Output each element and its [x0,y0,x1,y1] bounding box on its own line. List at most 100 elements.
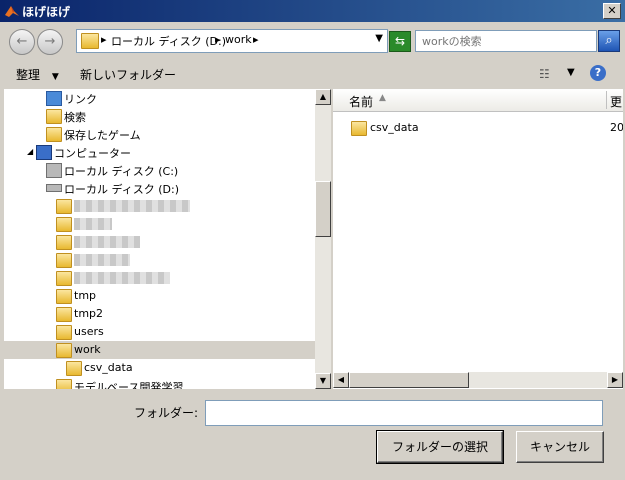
window-title: ほげほげ [22,5,71,19]
search-icon: ⌕ [605,33,613,48]
cancel-button[interactable]: キャンセル [516,431,604,463]
folder-icon [56,199,72,214]
folder-icon [56,307,72,322]
title-bar: ほげほげ ✕ [0,0,625,22]
arrow-right-icon: → [44,34,56,49]
column-divider[interactable] [606,91,607,109]
help-button[interactable]: ? [590,65,606,81]
tree-item-computer[interactable]: ◢ コンピューター [4,143,315,161]
scrollbar-thumb[interactable] [315,181,331,237]
navigation-tree: リンク 検索 保存したゲーム ◢ コンピューター ローカル ディスク (C:) … [4,89,315,389]
expand-arrow-icon[interactable]: ◢ [27,147,33,156]
search-box[interactable] [415,30,597,52]
saved-games-icon [46,127,62,142]
select-folder-button[interactable]: フォルダーの選択 [376,430,504,464]
tree-item-drive-c[interactable]: ローカル ディスク (C:) [4,161,315,179]
file-row[interactable]: csv_data 20 [333,119,623,137]
scroll-left-button[interactable]: ◀ [333,372,349,388]
breadcrumb-separator: ▸ [215,33,221,46]
scroll-up-button[interactable]: ▲ [315,89,331,105]
column-date[interactable]: 更 [610,93,622,110]
chevron-down-icon[interactable]: ▼ [567,67,575,78]
links-icon [46,91,62,106]
folder-open-icon [56,343,72,358]
scroll-right-button[interactable]: ▶ [607,372,623,388]
search-folder-icon [46,109,62,124]
file-list-hscrollbar[interactable]: ◀ ▶ [333,372,623,388]
organize-label: 整理 [16,68,41,82]
breadcrumb-drive[interactable]: ローカル ディスク (D:) [111,33,226,49]
tree-item-drive-d[interactable]: ローカル ディスク (D:) [4,179,315,197]
tree-item-hidden[interactable] [4,251,315,269]
folder-field[interactable] [205,400,603,426]
tree-item-users[interactable]: users [4,323,315,341]
folder-input[interactable] [209,402,599,422]
tree-item-label: tmp [74,289,97,302]
scrollbar-thumb[interactable] [349,372,469,388]
file-name: csv_data [370,121,419,134]
tree-item-search[interactable]: 検索 [4,107,315,125]
redacted-label [74,236,140,248]
tree-item-csv-data[interactable]: csv_data [4,359,315,377]
arrow-up-icon: ▲ [319,92,327,101]
tree-item-label: 保存したゲーム [64,129,141,142]
tree-item-saved-games[interactable]: 保存したゲーム [4,125,315,143]
redacted-label [74,218,112,230]
view-options-icon[interactable]: ☷ [539,67,550,81]
drive-icon [46,163,62,178]
sort-ascending-icon: ▲ [379,93,386,103]
new-folder-button[interactable]: 新しいフォルダー [80,66,176,83]
computer-icon [36,145,52,160]
file-date: 20 [610,121,623,134]
tree-item-label: ローカル ディスク (D:) [64,183,179,196]
folder-icon [56,271,72,286]
tree-item-links[interactable]: リンク [4,89,315,107]
tree-item-hidden[interactable] [4,215,315,233]
tree-item-label: リンク [64,93,97,106]
tree-item-hidden[interactable] [4,233,315,251]
folder-icon [56,379,72,389]
folder-icon [351,121,367,136]
tree-item-label: ローカル ディスク (C:) [64,165,179,178]
organize-button[interactable]: 整理 ▼ [16,66,59,83]
tree-item-hidden[interactable] [4,269,315,287]
folder-label: フォルダー: [134,406,199,420]
column-header: 名前 ▲ 更 [333,89,623,112]
address-bar[interactable]: ▸ ローカル ディスク (D:) ▸ work ▸ ▼ [76,29,388,53]
folder-icon [56,217,72,232]
close-button[interactable]: ✕ [603,3,621,19]
back-button[interactable]: ← [9,29,35,55]
tree-item-model-based[interactable]: モデルベース開発学習 [4,377,315,389]
chevron-down-icon[interactable]: ▼ [375,33,383,44]
folder-icon [56,289,72,304]
command-toolbar: 整理 ▼ 新しいフォルダー ☷ ▼ ? [0,60,625,88]
breadcrumb-work[interactable]: work [225,33,252,46]
chevron-down-icon: ▼ [51,72,59,82]
arrow-left-icon: ← [16,34,28,49]
tree-item-label: work [74,343,101,356]
folder-icon [66,361,82,376]
close-icon: ✕ [607,4,617,17]
refresh-button[interactable]: ⇆ [389,31,411,52]
folder-icon [56,325,72,340]
redacted-label [74,272,170,284]
scroll-down-button[interactable]: ▼ [315,373,331,389]
matlab-icon [5,6,19,17]
tree-item-work[interactable]: work [4,341,315,359]
tree-scrollbar[interactable]: ▲ ▼ [315,89,331,389]
drive-icon [46,184,62,192]
tree-item-tmp2[interactable]: tmp2 [4,305,315,323]
search-button[interactable]: ⌕ [598,30,620,52]
search-input[interactable] [422,33,592,49]
arrow-left-icon: ◀ [337,375,345,384]
tree-item-hidden[interactable] [4,197,315,215]
column-name[interactable]: 名前 [349,93,373,110]
tree-item-label: users [74,325,104,338]
refresh-icon: ⇆ [394,34,406,48]
tree-item-tmp[interactable]: tmp [4,287,315,305]
navigation-bar: ← → ▸ ローカル ディスク (D:) ▸ work ▸ ▼ ⇆ ⌕ [0,22,625,60]
redacted-label [74,200,190,212]
forward-button[interactable]: → [37,29,63,55]
tree-item-label: モデルベース開発学習 [74,381,184,389]
breadcrumb-separator: ▸ [253,33,259,46]
